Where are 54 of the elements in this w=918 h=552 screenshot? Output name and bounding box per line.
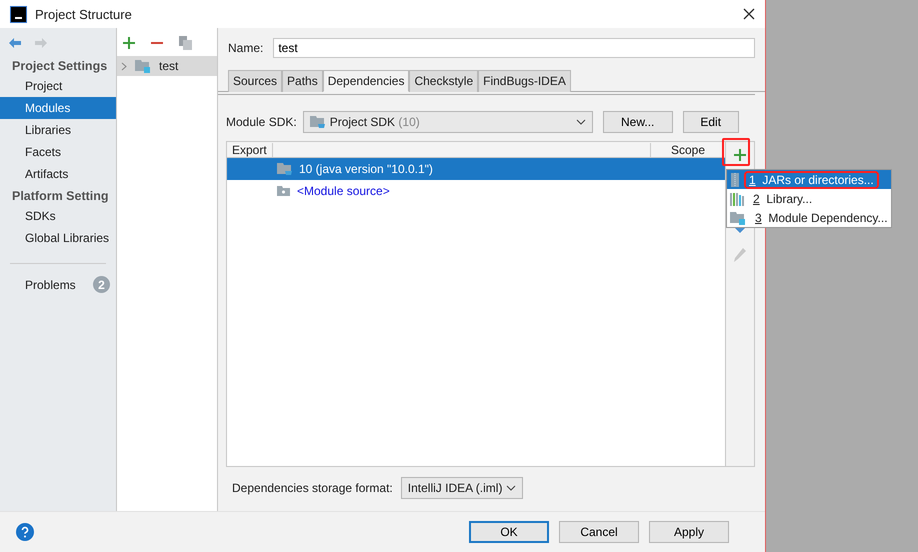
window-title: Project Structure bbox=[35, 6, 133, 22]
dialog-button[interactable]: OK bbox=[469, 521, 549, 543]
menu-item[interactable]: 2 Library... bbox=[727, 189, 891, 208]
folder-icon bbox=[135, 59, 151, 73]
table-row[interactable]: <Module source> bbox=[227, 180, 725, 202]
count-badge: 2 bbox=[93, 276, 110, 293]
highlight-frame bbox=[722, 138, 750, 166]
tab[interactable]: Paths bbox=[282, 70, 323, 92]
folder-icon bbox=[277, 185, 291, 197]
library-icon bbox=[730, 192, 744, 206]
chevron-down-icon[interactable] bbox=[506, 485, 516, 491]
nav-item[interactable]: Artifacts bbox=[0, 163, 116, 185]
menu-item[interactable]: 3 Module Dependency... bbox=[727, 208, 891, 227]
help-icon[interactable] bbox=[16, 523, 34, 541]
dialog-button[interactable]: Apply bbox=[649, 521, 729, 543]
storage-format-dropdown[interactable]: IntelliJ IDEA (.iml) bbox=[400, 477, 524, 499]
section-heading: Platform Setting bbox=[11, 188, 110, 205]
close-icon[interactable] bbox=[743, 8, 755, 20]
problems-item[interactable]: Problems bbox=[25, 278, 76, 292]
tab[interactable]: Dependencies bbox=[322, 70, 410, 92]
menu-item[interactable]: 1 JARs or directories... bbox=[727, 170, 891, 189]
chevron-down-icon[interactable] bbox=[576, 119, 586, 125]
column-header[interactable]: Scope bbox=[650, 142, 725, 156]
dialog-button[interactable]: Edit bbox=[682, 111, 739, 133]
jar-icon bbox=[730, 172, 740, 186]
dialog-button[interactable]: New... bbox=[602, 111, 673, 133]
add-icon[interactable] bbox=[123, 37, 135, 49]
tab[interactable]: FindBugs-IDEA bbox=[478, 70, 571, 92]
nav-item[interactable]: Libraries bbox=[0, 119, 116, 141]
name-label: Name: bbox=[228, 41, 264, 55]
nav-item[interactable]: Facets bbox=[0, 141, 116, 163]
back-arrow-icon[interactable] bbox=[8, 37, 22, 49]
tab[interactable]: Checkstyle bbox=[409, 70, 478, 92]
module-sdk-label: Module SDK: bbox=[226, 115, 297, 129]
column-header[interactable]: Export bbox=[227, 142, 273, 156]
module-tree-item[interactable]: test bbox=[117, 56, 217, 76]
table-row[interactable]: 10 (java version "10.0.1") bbox=[227, 158, 725, 180]
add-icon[interactable] bbox=[734, 149, 746, 161]
dialog-button[interactable]: Cancel bbox=[559, 521, 639, 543]
name-field[interactable]: test bbox=[273, 38, 755, 58]
app-logo-icon bbox=[10, 6, 27, 22]
nav-item[interactable]: Project bbox=[0, 75, 116, 97]
nav-item[interactable]: Global Libraries bbox=[0, 227, 116, 249]
folder-icon bbox=[730, 210, 746, 224]
section-heading: Project Settings bbox=[11, 58, 108, 75]
jdk-folder-icon bbox=[277, 162, 293, 176]
jdk-folder-icon bbox=[310, 115, 326, 129]
chevron-icon[interactable] bbox=[121, 62, 127, 70]
storage-format-label: Dependencies storage format: bbox=[232, 481, 393, 495]
copy-icon[interactable] bbox=[179, 36, 192, 50]
nav-item[interactable]: Modules bbox=[0, 97, 116, 119]
sdk-dropdown[interactable]: Project SDK (10) bbox=[302, 111, 593, 133]
tab[interactable]: Sources bbox=[228, 70, 282, 92]
nav-item[interactable]: SDKs bbox=[0, 205, 116, 227]
